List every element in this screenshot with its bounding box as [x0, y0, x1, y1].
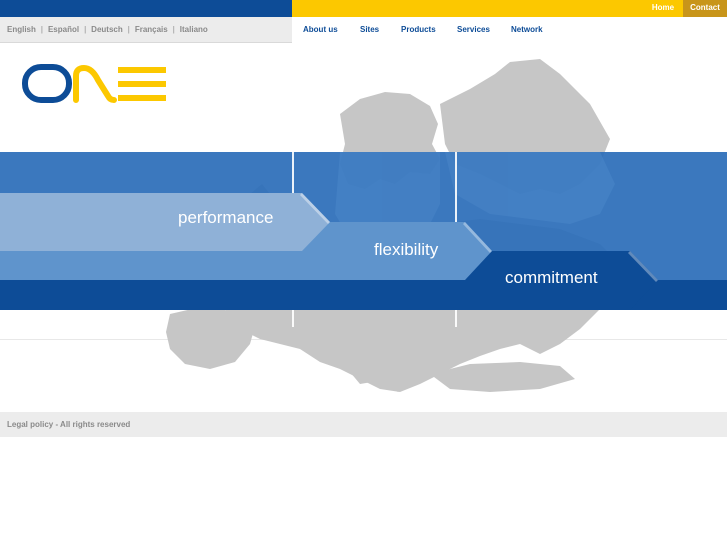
main-nav-background — [292, 17, 727, 43]
flexibility-label: flexibility — [374, 240, 439, 259]
nav-products[interactable]: Products — [401, 17, 436, 43]
nav-services[interactable]: Services — [457, 17, 490, 43]
legal-policy-link[interactable]: Legal policy - All rights reserved — [7, 412, 130, 437]
performance-label: performance — [178, 208, 274, 227]
footer: Legal policy - All rights reserved — [0, 412, 727, 437]
language-separator: | — [40, 25, 43, 34]
nav-sites[interactable]: Sites — [360, 17, 379, 43]
contact-link[interactable]: Contact — [683, 0, 727, 17]
nav-about-us[interactable]: About us — [303, 17, 338, 43]
language-espanol[interactable]: Español — [48, 25, 79, 34]
commitment-label: commitment — [505, 268, 598, 287]
hero-banner: performance flexibility commitment — [0, 44, 727, 412]
language-italiano[interactable]: Italiano — [180, 25, 208, 34]
nav-network[interactable]: Network — [511, 17, 543, 43]
language-francais[interactable]: Français — [135, 25, 168, 34]
language-selector: English | Español | Deutsch | Français | Italian… — [7, 17, 208, 43]
language-deutsch[interactable]: Deutsch — [91, 25, 123, 34]
home-link[interactable]: Home — [644, 0, 682, 17]
language-english[interactable]: English — [7, 25, 36, 34]
top-blue-bar — [0, 0, 292, 17]
one-logo[interactable] — [22, 64, 168, 104]
language-separator: | — [84, 25, 87, 34]
language-separator: | — [127, 25, 130, 34]
language-separator: | — [172, 25, 175, 34]
